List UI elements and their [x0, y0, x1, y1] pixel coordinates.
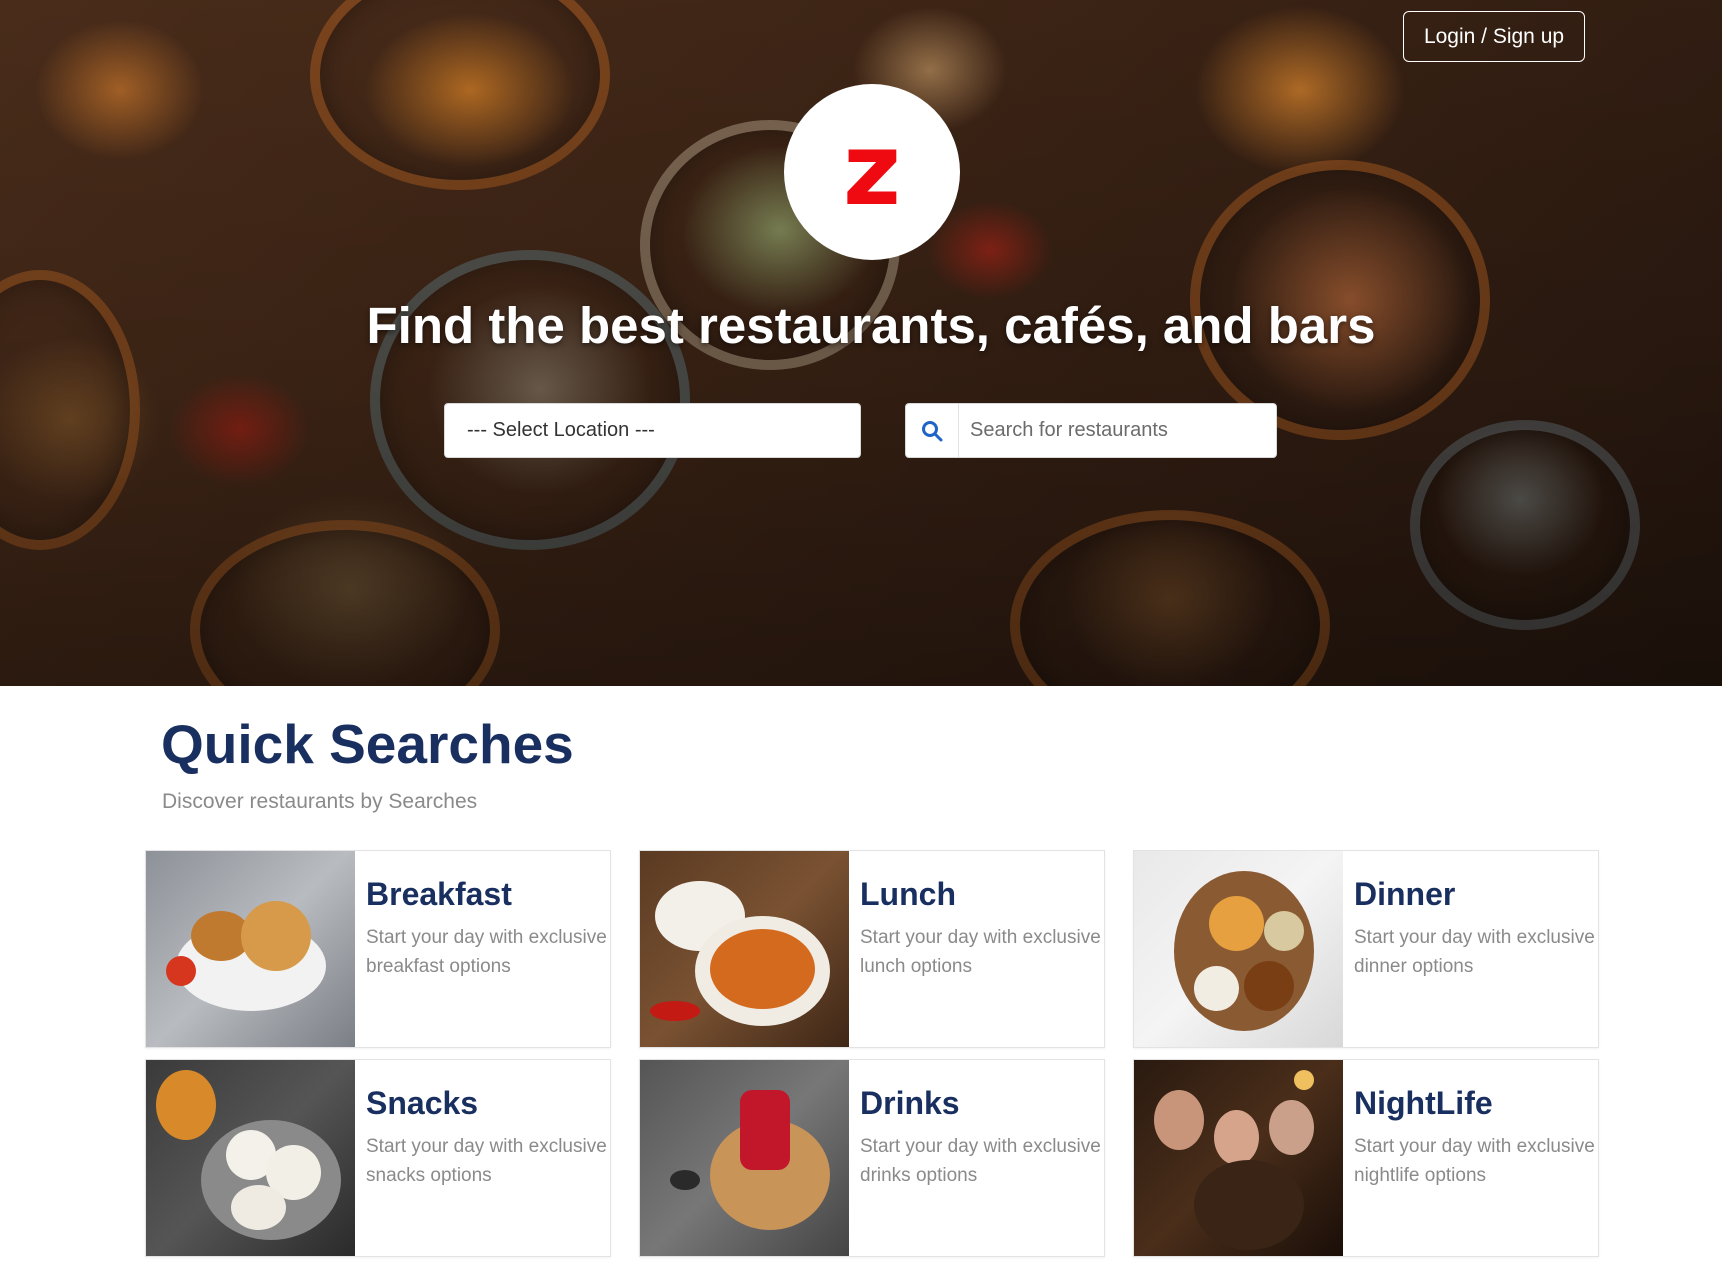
quick-search-card-breakfast[interactable]: Breakfast Start your day with exclusive … — [145, 850, 611, 1048]
card-title: Breakfast — [366, 876, 512, 912]
card-description: Start your day with exclusive dinner opt… — [1354, 927, 1595, 977]
card-description: Start your day with exclusive snacks opt… — [366, 1136, 607, 1186]
nightlife-image — [1134, 1060, 1343, 1256]
card-title: Lunch — [860, 876, 956, 912]
quick-searches-subtitle: Discover restaurants by Searches — [162, 790, 478, 813]
card-description: Start your day with exclusive drinks opt… — [860, 1136, 1101, 1186]
hero-banner: Login / Sign up z Find the best restaura… — [0, 0, 1722, 686]
quick-searches-title: Quick Searches — [161, 713, 574, 775]
card-title: Dinner — [1354, 876, 1456, 912]
quick-search-card-dinner[interactable]: Dinner Start your day with exclusive din… — [1133, 850, 1599, 1048]
search-icon — [906, 404, 959, 457]
drinks-image — [640, 1060, 849, 1256]
logo-letter: z — [842, 111, 902, 228]
card-description: Start your day with exclusive lunch opti… — [860, 927, 1101, 977]
login-signup-button[interactable]: Login / Sign up — [1403, 11, 1585, 62]
card-description: Start your day with exclusive breakfast … — [366, 927, 607, 977]
zomato-logo-icon[interactable]: z — [784, 84, 960, 260]
hero-headline: Find the best restaurants, cafés, and ba… — [366, 297, 1376, 354]
quick-search-card-drinks[interactable]: Drinks Start your day with exclusive dri… — [639, 1059, 1105, 1257]
breakfast-image — [146, 851, 355, 1047]
snacks-image — [146, 1060, 355, 1256]
quick-search-card-snacks[interactable]: Snacks Start your day with exclusive sna… — [145, 1059, 611, 1257]
quick-search-card-nightlife[interactable]: NightLife Start your day with exclusive … — [1133, 1059, 1599, 1257]
restaurant-search-box[interactable] — [905, 403, 1277, 458]
location-select[interactable]: --- Select Location --- — [444, 403, 861, 458]
dinner-image — [1134, 851, 1343, 1047]
quick-search-card-lunch[interactable]: Lunch Start your day with exclusive lunc… — [639, 850, 1105, 1048]
card-title: Snacks — [366, 1085, 479, 1121]
card-title: Drinks — [860, 1085, 960, 1121]
location-select-label: --- Select Location --- — [467, 419, 655, 441]
card-title: NightLife — [1354, 1085, 1493, 1121]
lunch-image — [640, 851, 849, 1047]
card-description: Start your day with exclusive nightlife … — [1354, 1136, 1595, 1186]
search-input[interactable] — [959, 404, 1276, 457]
